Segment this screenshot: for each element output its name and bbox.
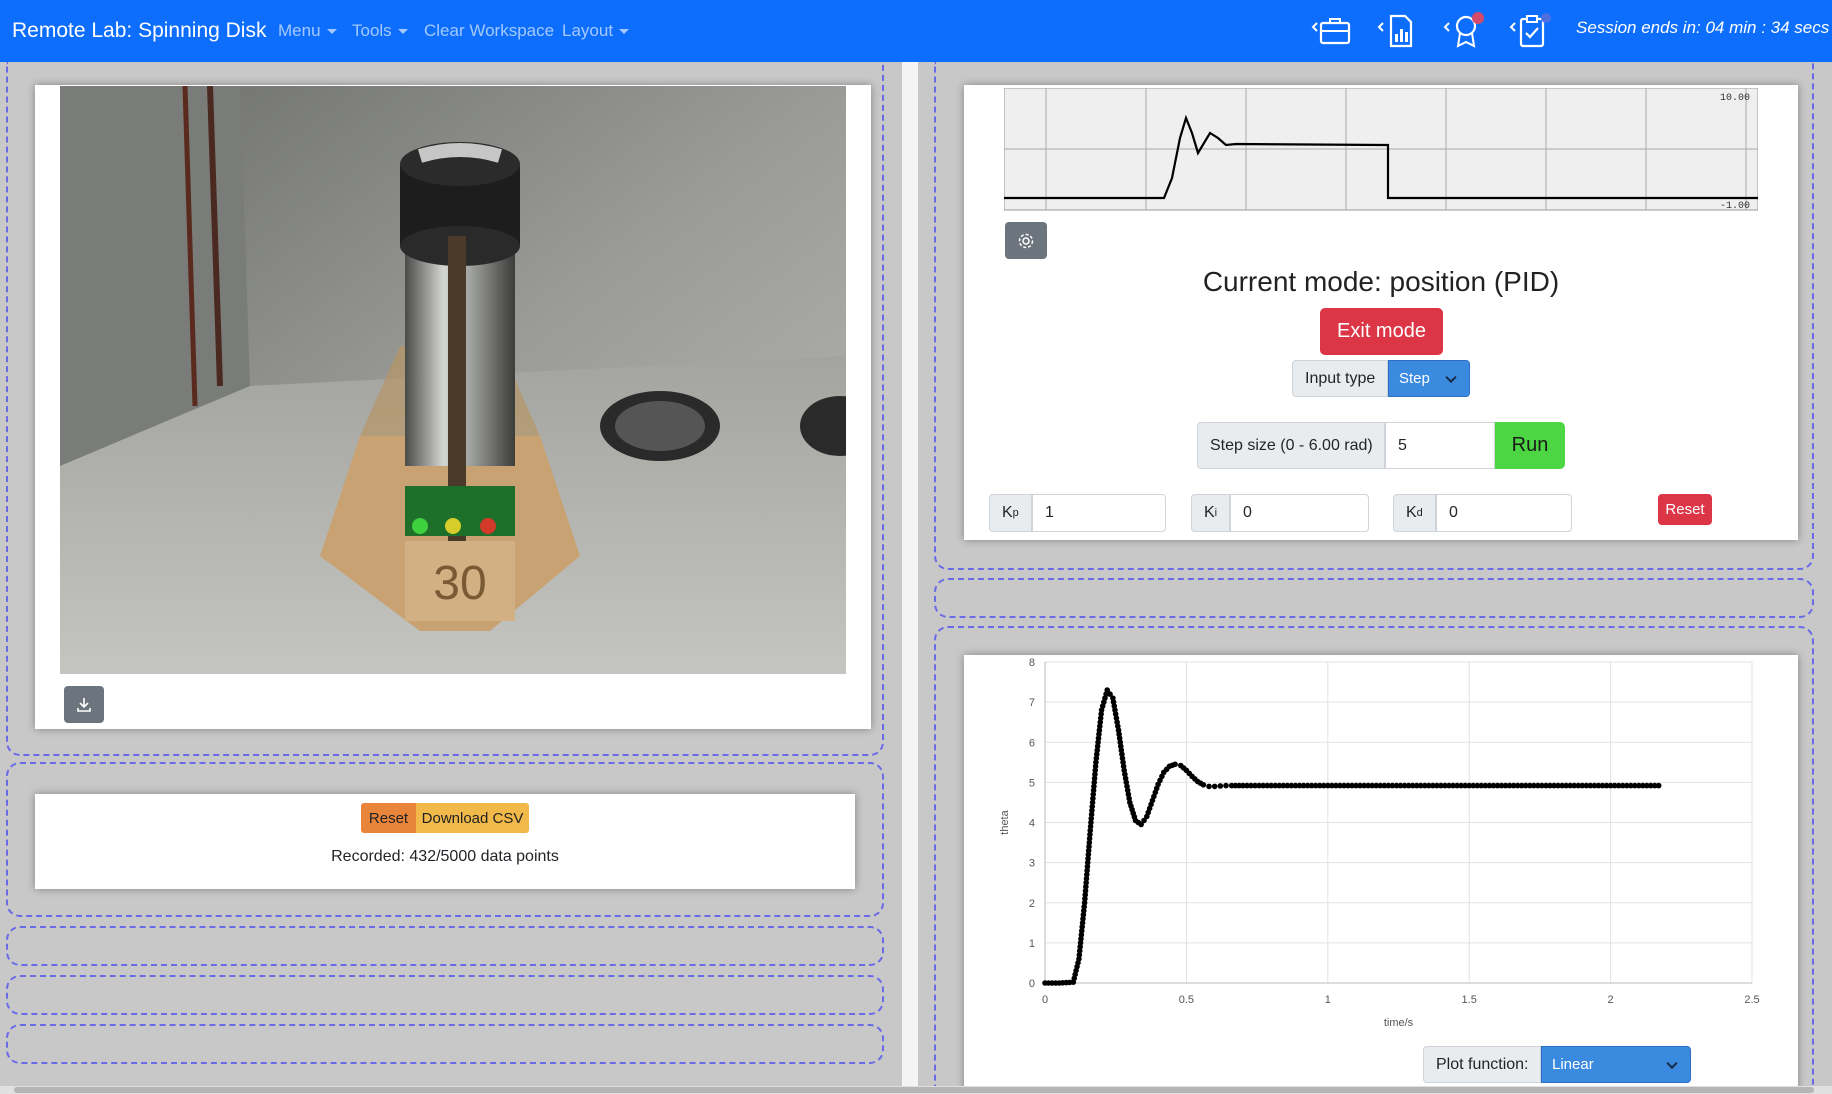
y-tick-label: 8	[1029, 657, 1035, 669]
caret-down-icon	[397, 29, 408, 35]
achievement-icon[interactable]	[1443, 12, 1485, 50]
data-point	[1217, 783, 1224, 789]
y-tick-label: 0	[1029, 978, 1035, 990]
x-tick-label: 2.5	[1744, 994, 1759, 1006]
input-type-label: Input type	[1292, 360, 1388, 397]
step-size-label: Step size (0 - 6.00 rad)	[1197, 422, 1385, 469]
ki-input[interactable]: 0	[1230, 494, 1369, 532]
y-tick-label: 1	[1029, 938, 1035, 950]
session-timer: Session ends in: 04 min : 34 secs	[1576, 18, 1830, 37]
mini-graph-ymax: 10.00	[1720, 93, 1750, 104]
mini-graph-ymin: -1.00	[1720, 201, 1750, 212]
download-snapshot-button[interactable]	[64, 686, 104, 723]
theta-time-plot: 0 0.5 1 1.5 2 2.5 0 1 2 3 4 5 6 7 8 time/s theta	[999, 657, 1760, 1029]
empty-panel-frame	[6, 975, 884, 1015]
clear-workspace-link[interactable]: Clear Workspace	[424, 21, 554, 41]
menu-label: Menu	[278, 21, 321, 40]
current-mode-title: Current mode: position (PID)	[1202, 266, 1560, 297]
caret-down-icon	[619, 29, 630, 35]
empty-panel-frame	[934, 578, 1814, 618]
download-icon	[77, 697, 91, 712]
empty-panel-frame	[6, 1024, 884, 1064]
recorder-reset-button[interactable]: Reset	[361, 803, 416, 833]
exit-mode-button[interactable]: Exit mode	[1320, 308, 1443, 355]
clipboard-check-icon[interactable]	[1509, 12, 1551, 50]
data-point	[1223, 782, 1229, 789]
plot-function-value: Linear	[1552, 1056, 1594, 1073]
mini-signal-graph: 10.00 -1.00	[1004, 88, 1758, 212]
scrollbar-thumb[interactable]	[14, 1087, 1814, 1093]
empty-panel-frame	[6, 926, 884, 966]
y-tick-label: 2	[1029, 898, 1035, 910]
kp-input[interactable]: 1	[1032, 494, 1166, 532]
tools-label: Tools	[352, 21, 392, 40]
briefcase-icon[interactable]	[1311, 12, 1353, 50]
y-tick-label: 3	[1029, 858, 1035, 870]
x-tick-label: 0	[1042, 994, 1048, 1006]
x-tick-label: 1	[1325, 994, 1331, 1006]
run-button[interactable]: Run	[1495, 422, 1565, 469]
graph-settings-button[interactable]	[1005, 222, 1047, 259]
x-tick-label: 1.5	[1462, 994, 1477, 1006]
y-tick-label: 4	[1029, 818, 1035, 830]
y-tick-label: 7	[1029, 697, 1035, 709]
data-point	[1200, 781, 1207, 788]
data-point	[1655, 782, 1662, 789]
chevron-down-icon	[1445, 371, 1457, 383]
layout-dropdown[interactable]: Layout	[562, 21, 630, 41]
column-divider[interactable]	[902, 62, 918, 1094]
top-navbar: Remote Lab: Spinning Disk Menu Tools Cle…	[0, 0, 1832, 62]
horizontal-scrollbar[interactable]	[0, 1086, 1832, 1094]
camera-video-feed: 30	[60, 86, 846, 674]
data-point	[1206, 783, 1212, 790]
caret-down-icon	[326, 29, 337, 35]
y-tick-label: 5	[1029, 777, 1035, 789]
gear-icon	[1018, 233, 1034, 248]
step-size-input[interactable]: 5	[1385, 422, 1495, 469]
y-tick-label: 6	[1029, 737, 1035, 749]
tools-dropdown[interactable]: Tools	[352, 21, 408, 41]
x-axis-label: time/s	[1384, 1017, 1414, 1029]
layout-label: Layout	[562, 21, 614, 40]
input-type-value: Step	[1399, 370, 1430, 387]
chevron-down-icon	[1666, 1057, 1678, 1069]
y-axis-label: theta	[999, 809, 1011, 834]
plot-function-select[interactable]: Linear	[1541, 1046, 1691, 1083]
input-type-select[interactable]: Step	[1388, 360, 1470, 397]
recorded-count: Recorded: 432/5000 data points	[331, 848, 559, 865]
kd-input[interactable]: 0	[1436, 494, 1572, 532]
data-point	[1211, 783, 1218, 790]
app-title: Remote Lab: Spinning Disk	[12, 19, 267, 42]
download-csv-button[interactable]: Download CSV	[416, 803, 529, 833]
svg-text:30: 30	[433, 557, 486, 610]
pid-reset-button[interactable]: Reset	[1658, 494, 1712, 525]
kp-label: Kp	[989, 494, 1032, 532]
data-point	[1172, 761, 1178, 768]
ki-label: Ki	[1191, 494, 1230, 532]
x-tick-label: 0.5	[1179, 994, 1194, 1006]
report-chart-icon[interactable]	[1377, 12, 1419, 50]
menu-dropdown[interactable]: Menu	[278, 21, 337, 41]
x-tick-label: 2	[1608, 994, 1614, 1006]
kd-label: Kd	[1393, 494, 1436, 532]
plot-function-label: Plot function:	[1423, 1046, 1541, 1083]
